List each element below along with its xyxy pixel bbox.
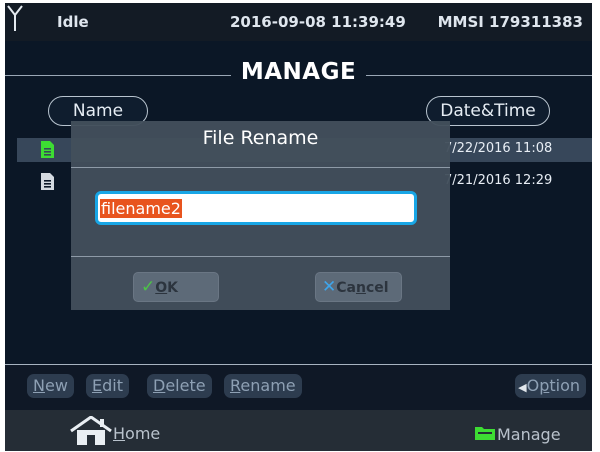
current-datetime: 2016-09-08 11:39:49 [230,13,406,31]
cancel-button[interactable]: ✕Cancel [315,272,402,302]
rename-button[interactable]: Rename [224,374,302,398]
bottom-nav-bar: Home Manage [5,410,592,451]
left-arrow-icon: ◀ [518,381,527,394]
file-rename-dialog: File Rename filename2 ✓OK ✕Cancel [71,121,450,310]
status-bar: Idle 2016-09-08 11:39:49 MMSI 179311383 [5,3,592,41]
action-bar: New Edit Delete Rename ◀Option [5,364,592,410]
delete-button[interactable]: Delete [147,374,212,398]
filename-value: filename2 [100,199,182,218]
device-screen: Idle 2016-09-08 11:39:49 MMSI 179311383 … [5,3,592,451]
home-icon [70,416,112,445]
edit-button[interactable]: Edit [86,374,129,398]
file-icon [41,173,54,190]
x-icon: ✕ [322,277,337,297]
dialog-divider [71,256,450,257]
page-title: MANAGE [5,59,592,85]
checkmark-icon: ✓ [141,277,156,297]
option-button[interactable]: ◀Option [515,374,586,398]
file-icon [41,141,54,158]
ok-button[interactable]: ✓OK [133,272,219,302]
antenna-icon [7,5,23,31]
new-button[interactable]: New [27,374,74,398]
mmsi-label: MMSI 179311383 [437,13,583,31]
manage-label: Manage [497,425,561,444]
home-label: Home [113,424,161,443]
filename-input[interactable]: filename2 [95,191,417,225]
status-text: Idle [57,13,89,31]
folder-icon [475,427,495,440]
dialog-divider [71,167,450,168]
dialog-title: File Rename [202,127,319,149]
file-date: 7/22/2016 11:08 [444,141,553,156]
title-row: MANAGE [5,59,592,89]
file-date: 7/21/2016 12:29 [444,173,553,188]
